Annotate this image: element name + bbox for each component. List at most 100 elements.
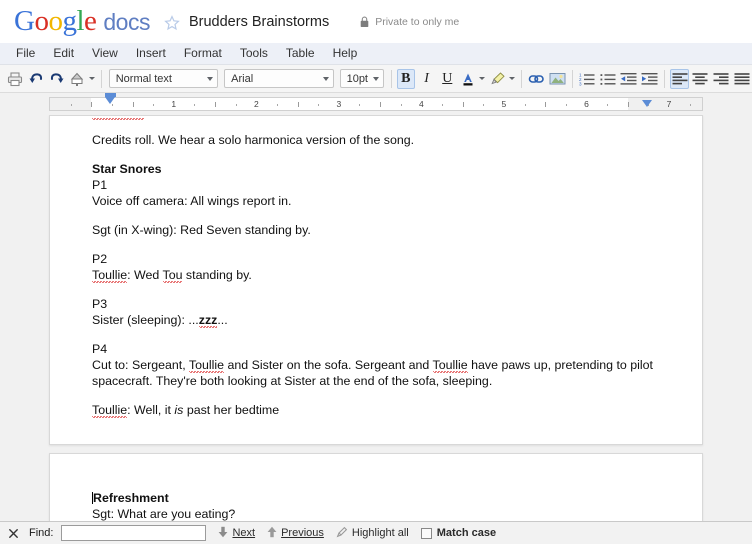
ruler-tick-minor bbox=[607, 104, 609, 106]
page-2-body[interactable]: Refreshment Sgt: What are you eating? bbox=[92, 490, 662, 521]
decrease-indent-icon bbox=[620, 72, 637, 85]
paragraph-toullie-wed-tou: Toullie: Wed Tou standing by. bbox=[92, 267, 662, 283]
horizontal-ruler[interactable]: 1 2 3 4 5 6 7 bbox=[49, 97, 703, 111]
insert-link-button[interactable] bbox=[527, 69, 546, 89]
ruler-number: 4 bbox=[419, 99, 424, 109]
redo-icon bbox=[50, 72, 64, 83]
find-next-label: Next bbox=[232, 527, 256, 539]
heading-star-snores: Star Snores bbox=[92, 162, 162, 176]
highlight-color-button[interactable] bbox=[488, 69, 507, 89]
toolbar-divider bbox=[521, 69, 522, 88]
panel-label-p1: P1 bbox=[92, 178, 108, 192]
highlight-color-icon bbox=[491, 71, 505, 84]
decrease-indent-button[interactable] bbox=[619, 69, 638, 89]
document-canvas[interactable]: Credits roll. We hear a solo harmonica v… bbox=[0, 115, 752, 521]
text-run: standing by. bbox=[182, 268, 252, 282]
menu-edit[interactable]: Edit bbox=[44, 44, 83, 63]
document-page-2[interactable]: Refreshment Sgt: What are you eating? bbox=[49, 453, 703, 521]
ruler-tick-major bbox=[545, 102, 547, 107]
menu-file[interactable]: File bbox=[7, 44, 44, 63]
menu-insert[interactable]: Insert bbox=[127, 44, 175, 63]
highlight-color-dropdown-caret[interactable] bbox=[509, 77, 516, 80]
ruler-tick-minor bbox=[194, 104, 196, 106]
paragraph-style-select[interactable]: Normal text bbox=[108, 69, 219, 88]
increase-indent-button[interactable] bbox=[640, 69, 659, 89]
ruler-tick-minor bbox=[318, 104, 320, 106]
misspelled-word: Toullie bbox=[92, 403, 128, 418]
font-size-value: 10pt bbox=[346, 72, 368, 85]
font-family-value: Arial bbox=[231, 72, 254, 85]
align-center-button[interactable] bbox=[691, 69, 710, 89]
product-name: docs bbox=[103, 9, 150, 35]
print-button[interactable] bbox=[6, 69, 25, 89]
paint-format-dropdown-caret[interactable] bbox=[88, 77, 95, 80]
find-input[interactable] bbox=[61, 525, 207, 541]
chevron-down-icon bbox=[207, 76, 214, 81]
undo-button[interactable] bbox=[27, 69, 46, 89]
ruler-area: 1 2 3 4 5 6 7 bbox=[0, 93, 752, 115]
paint-format-button[interactable] bbox=[68, 69, 87, 89]
menu-help[interactable]: Help bbox=[324, 44, 367, 63]
document-page-1[interactable]: Credits roll. We hear a solo harmonica v… bbox=[49, 115, 703, 445]
align-right-button[interactable] bbox=[712, 69, 731, 89]
ruler-tick-major bbox=[380, 102, 382, 107]
misspelled-word: Toullie bbox=[432, 358, 468, 373]
close-icon[interactable] bbox=[6, 526, 20, 540]
toolbar-divider bbox=[100, 69, 102, 88]
misspelled-word: Toullie bbox=[92, 268, 128, 283]
svg-text:3: 3 bbox=[579, 81, 582, 86]
text-color-icon bbox=[463, 73, 473, 85]
text-run: : Wed bbox=[127, 268, 163, 282]
paragraph-sgt-eating: Sgt: What are you eating? bbox=[92, 507, 236, 521]
find-next-button[interactable]: Next bbox=[218, 526, 255, 541]
document-title[interactable]: Brudders Brainstorms bbox=[189, 14, 329, 30]
menu-table[interactable]: Table bbox=[277, 44, 324, 63]
panel-label-p2: P2 bbox=[92, 252, 108, 266]
align-justify-button[interactable] bbox=[732, 69, 751, 89]
ruler-number: 6 bbox=[584, 99, 589, 109]
text-color-dropdown-caret[interactable] bbox=[479, 77, 486, 80]
panel-label-p4: P4 bbox=[92, 342, 108, 356]
italic-button[interactable]: I bbox=[417, 69, 436, 89]
misspelled-word: zzz bbox=[198, 313, 218, 328]
font-size-select[interactable]: 10pt bbox=[339, 69, 384, 88]
right-indent-marker[interactable] bbox=[641, 100, 652, 107]
privacy-label: Private to only me bbox=[375, 15, 460, 28]
redo-button[interactable] bbox=[47, 69, 66, 89]
arrow-down-icon bbox=[218, 526, 228, 541]
privacy-status[interactable]: Private to only me bbox=[360, 16, 459, 28]
match-case-label: Match case bbox=[436, 527, 497, 539]
panel-label-p3: P3 bbox=[92, 297, 108, 311]
find-previous-button[interactable]: Previous bbox=[267, 526, 324, 541]
highlight-all-button[interactable]: Highlight all bbox=[336, 526, 409, 541]
google-docs-logo: Google docs bbox=[14, 5, 150, 37]
ruler-number: 5 bbox=[501, 99, 507, 109]
font-family-select[interactable]: Arial bbox=[224, 69, 334, 88]
paragraph-toullie-bedtime: Toullie: Well, it is past her bedtime bbox=[92, 402, 662, 418]
page-1-body[interactable]: Credits roll. We hear a solo harmonica v… bbox=[92, 132, 662, 418]
checkbox-box[interactable] bbox=[420, 527, 432, 539]
left-indent-marker[interactable] bbox=[105, 97, 116, 104]
bulleted-list-button[interactable] bbox=[599, 69, 618, 89]
menu-tools[interactable]: Tools bbox=[231, 44, 277, 63]
star-icon[interactable] bbox=[164, 14, 180, 31]
bold-button[interactable]: B bbox=[396, 68, 416, 89]
misspelled-word: Toullie bbox=[188, 358, 225, 373]
paragraph-credits-roll: Credits roll. We hear a solo harmonica v… bbox=[92, 133, 415, 147]
text-color-button[interactable] bbox=[459, 69, 478, 89]
toolbar-divider bbox=[390, 69, 392, 88]
heading-refreshment: Refreshment bbox=[92, 490, 662, 506]
text-run: Cut to: Sergeant, bbox=[92, 358, 189, 372]
underline-button[interactable]: U bbox=[438, 69, 457, 89]
menu-format[interactable]: Format bbox=[175, 44, 231, 63]
text-run: ... bbox=[217, 313, 228, 327]
chevron-down-icon bbox=[373, 76, 379, 81]
menu-view[interactable]: View bbox=[83, 44, 127, 63]
insert-image-button[interactable] bbox=[548, 69, 567, 89]
numbered-list-button[interactable]: 1 2 3 bbox=[578, 69, 597, 89]
align-left-button[interactable] bbox=[670, 68, 689, 89]
match-case-checkbox[interactable]: Match case bbox=[420, 527, 497, 539]
ruler-number: 1 bbox=[171, 99, 177, 109]
ruler-tick-major bbox=[297, 102, 299, 107]
highlighter-pen-icon bbox=[336, 526, 348, 541]
